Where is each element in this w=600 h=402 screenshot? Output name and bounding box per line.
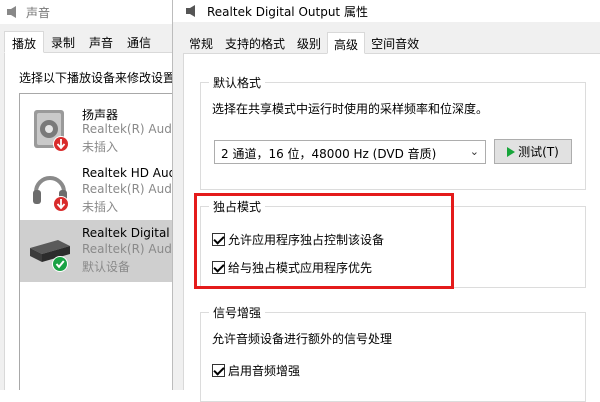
enable-enhancement-row[interactable]: 启用音频增强 — [212, 362, 300, 379]
sound-title-bar: 声音 — [0, 0, 179, 24]
advanced-panel: 默认格式 选择在共享模式中运行时使用的采样频率和位深度。 2 通道，16 位，4… — [183, 54, 600, 402]
playback-panel: 选择以下播放设备来修改设置: 扬声器 Realtek(R) Audio 未插入 — [4, 53, 191, 390]
speaker-app-icon — [186, 5, 195, 17]
device-item-speaker[interactable]: 扬声器 Realtek(R) Audio 未插入 — [20, 100, 183, 162]
tab-spatial-sound[interactable]: 空间音效 — [365, 32, 425, 54]
headphones-icon — [33, 176, 69, 212]
device-list: 扬声器 Realtek(R) Audio 未插入 Realtek HD Audi… — [19, 93, 191, 390]
digital-output-icon — [30, 240, 70, 272]
device-name: 扬声器 — [82, 108, 119, 122]
device-driver: Realtek(R) Audio — [82, 182, 183, 196]
test-button[interactable]: 测试(T) — [494, 139, 572, 164]
device-item-digital-output[interactable]: Realtek Digital Ou Realtek(R) Audio 默认设备 — [20, 220, 191, 282]
device-instruction: 选择以下播放设备来修改设置: — [19, 71, 180, 85]
device-driver: Realtek(R) Audio — [82, 242, 183, 256]
test-button-label: 测试(T) — [518, 145, 559, 159]
speaker-app-icon — [7, 6, 16, 18]
enable-enhancement-label: 启用音频增强 — [228, 364, 301, 378]
properties-tab-bar: 常规 支持的格式 级别 高级 空间音效 — [183, 32, 600, 54]
sound-window-title: 声音 — [26, 5, 51, 20]
default-format-label: 默认格式 — [209, 74, 266, 91]
default-format-group: 默认格式 — [200, 74, 586, 190]
format-select-value: 2 通道，16 位，48000 Hz (DVD 音质) — [221, 147, 437, 161]
signal-enhancement-group: 信号增强 — [200, 304, 586, 402]
enable-enhancement-checkbox[interactable] — [212, 364, 225, 377]
properties-window-title: Realtek Digital Output 属性 — [207, 4, 368, 19]
tab-supported-formats[interactable]: 支持的格式 — [219, 32, 291, 54]
play-icon — [507, 146, 516, 157]
default-format-description: 选择在共享模式中运行时使用的采样频率和位深度。 — [212, 102, 489, 116]
sound-tab-bar: 播放 录制 声音 通信 — [4, 31, 179, 53]
sound-window: 声音 播放 录制 声音 通信 选择以下播放设备来修改设置: 扬声器 Realte… — [0, 0, 191, 390]
device-status: 默认设备 — [82, 260, 131, 274]
device-item-hd-audio[interactable]: Realtek HD Audio Realtek(R) Audio 未插入 — [20, 160, 187, 222]
highlight-annotation — [194, 193, 454, 289]
tab-communications[interactable]: 通信 — [120, 31, 158, 53]
tab-general[interactable]: 常规 — [183, 32, 219, 54]
device-status: 未插入 — [82, 140, 119, 154]
signal-enhancement-label: 信号增强 — [209, 304, 266, 321]
device-driver: Realtek(R) Audio — [82, 122, 183, 136]
properties-title-bar: Realtek Digital Output 属性 — [173, 0, 600, 22]
format-select[interactable]: 2 通道，16 位，48000 Hz (DVD 音质) ⌄ — [214, 140, 486, 164]
tab-playback[interactable]: 播放 — [4, 31, 45, 53]
device-status: 未插入 — [82, 200, 119, 214]
signal-enhancement-description: 允许音频设备进行额外的信号处理 — [212, 332, 393, 346]
tab-sounds[interactable]: 声音 — [82, 31, 120, 53]
tab-advanced[interactable]: 高级 — [327, 32, 366, 54]
speaker-icon — [34, 110, 69, 152]
chevron-down-icon: ⌄ — [469, 145, 479, 158]
tab-levels[interactable]: 级别 — [291, 32, 327, 54]
tab-recording[interactable]: 录制 — [44, 31, 82, 53]
properties-window: Realtek Digital Output 属性 常规 支持的格式 级别 高级… — [172, 0, 600, 402]
